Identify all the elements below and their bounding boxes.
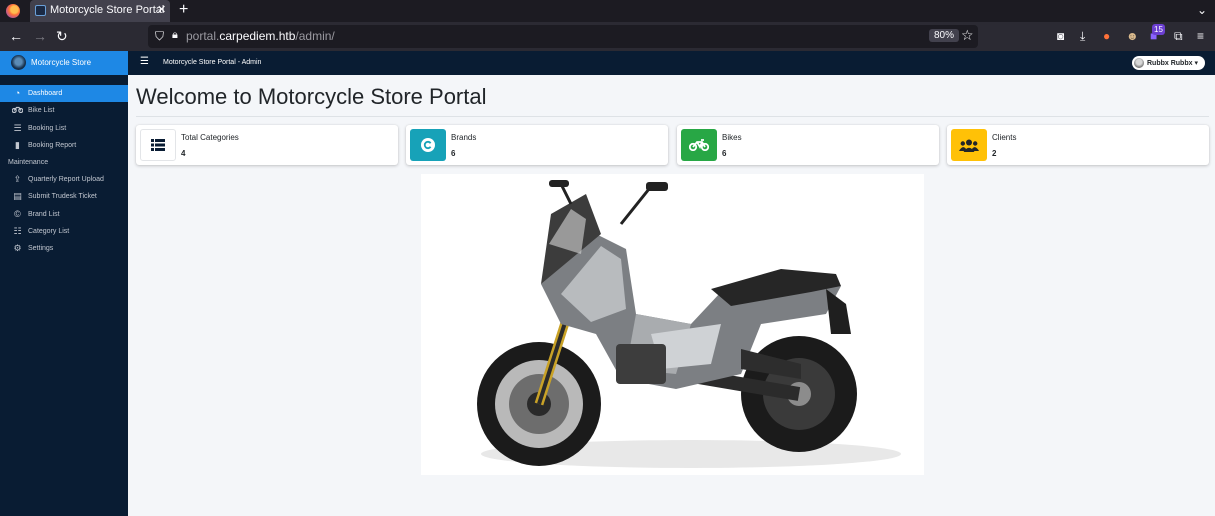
extension-face-icon[interactable]: ☻ xyxy=(1126,28,1139,44)
sidebar-item-label: Bike List xyxy=(28,107,55,115)
info-box-bikes: Bikes 6 xyxy=(677,125,939,165)
users-icon xyxy=(951,129,987,161)
sidebar-item-label: Quarterly Report Upload xyxy=(28,176,104,184)
tab-close-icon[interactable]: ✕ xyxy=(157,3,166,16)
new-tab-button[interactable]: + xyxy=(179,1,188,19)
brand-link[interactable]: Motorcycle Store xyxy=(0,51,128,75)
sidebar-item-brand-list[interactable]: © Brand List xyxy=(0,206,128,223)
sidebar: Motorcycle Store ◔ Dashboard Bike List ☰… xyxy=(0,51,128,516)
tachometer-icon: ◔ xyxy=(14,88,21,98)
sidebar-item-booking-list[interactable]: ☰ Booking List xyxy=(0,120,128,137)
sidebar-item-bike-list[interactable]: Bike List xyxy=(0,102,128,119)
sidebar-section-header: Maintenance xyxy=(0,154,128,171)
portal-title: Motorcycle Store Portal - Admin xyxy=(163,59,262,66)
reload-icon[interactable]: ↻ xyxy=(56,28,68,44)
sidebar-item-booking-report[interactable]: ▮ Booking Report xyxy=(0,137,128,154)
info-box-total-categories: Total Categories 4 xyxy=(136,125,398,165)
user-avatar xyxy=(1134,58,1144,68)
info-box-value: 6 xyxy=(722,149,727,158)
downloads-icon[interactable]: ⤓ xyxy=(1080,28,1085,44)
divider xyxy=(136,116,1209,117)
motorcycle-icon xyxy=(11,105,24,115)
sidebar-item-label: Category List xyxy=(28,228,70,236)
main-content: Welcome to Motorcycle Store Portal Total… xyxy=(128,75,1215,516)
motorcycle-hero-image xyxy=(421,174,924,475)
tracking-shield-icon[interactable]: ⛉ xyxy=(155,29,164,44)
pocket-icon[interactable]: ◙ xyxy=(1057,28,1064,44)
copyright-icon xyxy=(410,129,446,161)
sidebar-item-submit-trudesk-ticket[interactable]: ▤ Submit Trudesk Ticket xyxy=(0,188,128,205)
extensions-puzzle-icon[interactable]: ⧉ xyxy=(1174,28,1183,44)
foxyproxy-extension-icon[interactable]: ● xyxy=(1103,28,1110,44)
info-box-label: Bikes xyxy=(722,133,742,142)
page-title: Welcome to Motorcycle Store Portal xyxy=(136,84,487,109)
file-icon: ▮ xyxy=(15,139,20,150)
browser-tab[interactable]: Motorcycle Store Portal ✕ xyxy=(30,0,170,22)
sidebar-item-label: Brand List xyxy=(28,210,60,218)
sidebar-section-header-label: Maintenance xyxy=(8,159,49,167)
back-arrow-icon[interactable]: ← xyxy=(9,28,23,44)
hamburger-menu-icon[interactable]: ☰ xyxy=(140,56,149,67)
th-list-icon xyxy=(140,129,176,161)
copyright-icon: © xyxy=(14,208,21,219)
browser-navigation-bar: ← → ↻ ⛉ 🔒︎ portal.carpediem.htb/admin/ 8… xyxy=(0,22,1215,51)
firefox-logo-icon[interactable] xyxy=(6,4,20,18)
info-box-value: 4 xyxy=(181,149,186,158)
zoom-level-badge[interactable]: 80% xyxy=(929,29,960,42)
info-box-clients: Clients 2 xyxy=(947,125,1209,165)
tab-title: Motorcycle Store Portal xyxy=(50,4,165,16)
brand-logo xyxy=(11,55,26,70)
ticket-icon: ▤ xyxy=(13,191,22,202)
browser-tab-bar: Motorcycle Store Portal ✕ + ⌄ xyxy=(0,0,1215,22)
sidebar-item-quarterly-report-upload[interactable]: ⇪ Quarterly Report Upload xyxy=(0,171,128,188)
info-box-label: Total Categories xyxy=(181,133,239,142)
top-navbar: ☰ Motorcycle Store Portal - Admin Rubbx … xyxy=(128,51,1215,75)
motorcycle-icon xyxy=(681,129,717,161)
tab-favicon-icon xyxy=(35,5,46,16)
sidebar-item-label: Booking Report xyxy=(28,141,77,149)
forward-arrow-icon[interactable]: → xyxy=(33,28,47,44)
sidebar-item-label: Settings xyxy=(28,245,54,253)
sidebar-item-label: Booking List xyxy=(28,124,67,132)
th-list-icon: ☷ xyxy=(13,226,22,237)
info-box-brands: Brands 6 xyxy=(406,125,668,165)
info-box-label: Brands xyxy=(451,133,477,142)
admin-page: Motorcycle Store ◔ Dashboard Bike List ☰… xyxy=(0,51,1215,516)
sidebar-item-label: Dashboard xyxy=(28,90,63,97)
info-box-label: Clients xyxy=(992,133,1017,142)
sidebar-item-label: Submit Trudesk Ticket xyxy=(28,193,97,201)
brand-text: Motorcycle Store xyxy=(31,58,92,67)
info-box-value: 6 xyxy=(451,149,456,158)
bookmark-star-icon[interactable]: ☆ xyxy=(961,27,974,44)
upload-icon: ⇪ xyxy=(13,174,22,185)
lock-icon[interactable]: 🔒︎ xyxy=(172,29,178,42)
app-menu-icon[interactable]: ≡ xyxy=(1197,28,1204,44)
cogs-icon: ⚙ xyxy=(13,243,22,254)
sidebar-menu: ◔ Dashboard Bike List ☰ Booking List ▮ B… xyxy=(0,85,128,258)
extension-badge-count: 15 xyxy=(1152,24,1165,35)
user-dropdown-button[interactable]: Rubbx Rubbx ▾ xyxy=(1132,56,1205,70)
address-bar[interactable]: ⛉ 🔒︎ portal.carpediem.htb/admin/ 80% ☆ xyxy=(148,25,978,48)
list-icon: ☰ xyxy=(13,122,22,133)
info-box-value: 2 xyxy=(992,149,997,158)
tab-list-chevron-icon[interactable]: ⌄ xyxy=(1197,3,1207,17)
sidebar-item-category-list[interactable]: ☷ Category List xyxy=(0,223,128,240)
sidebar-item-settings[interactable]: ⚙ Settings xyxy=(0,240,128,257)
user-name: Rubbx Rubbx ▾ xyxy=(1147,60,1198,67)
url-text[interactable]: portal.carpediem.htb/admin/ xyxy=(186,29,335,43)
sidebar-item-dashboard[interactable]: ◔ Dashboard xyxy=(0,85,128,103)
